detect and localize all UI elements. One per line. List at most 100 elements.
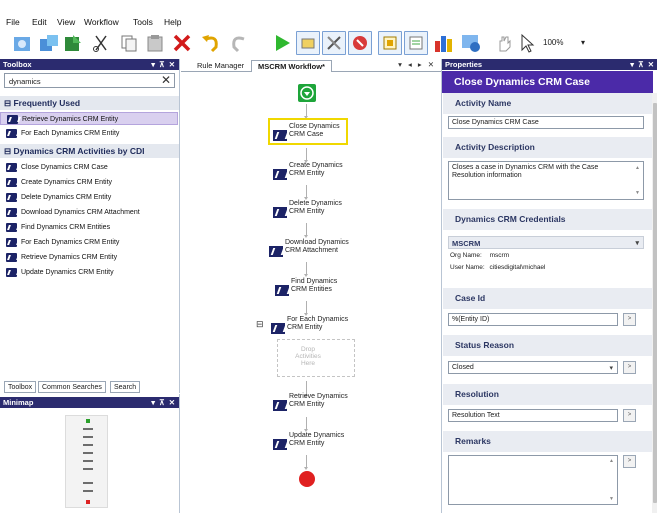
org-name-label: Org Name: [450, 252, 482, 259]
variables-button[interactable] [378, 31, 402, 55]
minimap-viewport[interactable] [65, 415, 108, 508]
toolbox-item-label: Create Dynamics CRM Entity [21, 179, 113, 186]
list-button[interactable] [404, 31, 428, 55]
play-icon [276, 35, 290, 51]
properties-scrollbar-thumb[interactable] [653, 103, 657, 503]
remarks-more-button[interactable]: > [623, 455, 636, 468]
wf-node-label: Download Dynamics CRM Attachment [285, 239, 349, 254]
variables-icon [383, 36, 397, 50]
scroll-up-icon[interactable]: ▲ [609, 458, 614, 464]
crm-activity-icon [273, 169, 287, 180]
paste-button[interactable] [143, 31, 167, 55]
toolbox-item-retrieve-entity[interactable]: Retrieve Dynamics CRM Entity [0, 112, 178, 125]
toolbox-item-update-entity[interactable]: Update Dynamics CRM Entity [0, 266, 178, 279]
reports-button[interactable] [432, 31, 456, 55]
select-tool-button[interactable] [515, 31, 539, 55]
group-dynamics-activities[interactable]: ⊟ Dynamics CRM Activities by CDI [0, 144, 179, 158]
toolbox-search-input[interactable]: dynamics ✕ [4, 73, 175, 88]
tab-search[interactable]: Search [110, 381, 141, 393]
toolbox-bottom-tabs: Toolbox Common Searches Search [0, 381, 180, 393]
properties-header-controls[interactable]: ▾ ⊼ ✕ [630, 59, 655, 70]
cut-button[interactable] [89, 31, 113, 55]
toolbox-item-for-each-entity[interactable]: For Each Dynamics CRM Entity [0, 127, 178, 140]
resolution-more-button[interactable]: > [623, 409, 636, 422]
tab-toolbox[interactable]: Toolbox [4, 381, 37, 393]
toolbox-item-for-each-entity-2[interactable]: For Each Dynamics CRM Entity [0, 236, 178, 249]
section-activity-description: Activity Description [443, 137, 652, 158]
minimap-node [83, 452, 93, 454]
scissors-icon [93, 35, 107, 52]
crm-activity-icon [6, 268, 17, 277]
credentials-select[interactable]: MSCRM ▾ [448, 236, 644, 249]
resolution-input[interactable]: Resolution Text [448, 409, 618, 422]
workflow-canvas[interactable]: Close Dynamics CRM Case Create Dynamics CR… [181, 73, 441, 513]
tab-rule-manager[interactable]: Rule Manager [191, 60, 250, 72]
stop-button[interactable] [348, 31, 372, 55]
toolbox-item-delete-entity[interactable]: Delete Dynamics CRM Entity [0, 191, 178, 204]
run-workflow-button[interactable] [270, 31, 294, 55]
menu-workflow[interactable]: Workflow [84, 17, 119, 27]
tools-button[interactable] [322, 31, 346, 55]
scroll-down-icon[interactable]: ▼ [609, 496, 614, 502]
wf-node-label: Close Dynamics CRM Case [289, 123, 340, 138]
toolbox-item-label: Retrieve Dynamics CRM Entity [21, 254, 118, 261]
wf-node-label: Find Dynamics CRM Entities [291, 278, 338, 293]
zoom-dropdown-caret[interactable]: ▾ [581, 38, 585, 47]
crm-activity-icon [6, 208, 17, 217]
section-crm-credentials: Dynamics CRM Credentials [443, 209, 652, 230]
drop-activities-zone[interactable]: Drop Activities Here [277, 339, 355, 377]
toolbox-item-create-entity[interactable]: Create Dynamics CRM Entity [0, 176, 178, 189]
connector-arrow [304, 185, 308, 200]
save-workflow-button[interactable] [61, 31, 85, 55]
open-workflow-button[interactable] [37, 31, 61, 55]
toolbox-header-controls[interactable]: ▾ ⊼ ✕ [151, 59, 176, 70]
clear-search-icon[interactable]: ✕ [161, 74, 171, 87]
crm-activity-icon [6, 238, 17, 247]
pan-tool-button[interactable] [492, 31, 516, 55]
group-dynamics-activities-title: Dynamics CRM Activities by CDI [13, 146, 145, 156]
menu-view[interactable]: View [57, 17, 75, 27]
remarks-textarea[interactable]: ▲ ▼ [448, 455, 618, 505]
new-workflow-button[interactable] [10, 31, 34, 55]
workflow-end-node[interactable] [299, 471, 315, 487]
collapse-for-each-icon[interactable]: ⊟ [256, 319, 264, 330]
toolbox-item-download-attachment[interactable]: Download Dynamics CRM Attachment [0, 206, 178, 219]
menu-file[interactable]: File [6, 17, 20, 27]
status-reason-select[interactable]: Closed ▾ [448, 361, 618, 374]
tab-mscrm-workflow[interactable]: MSCRM Workflow* [251, 60, 332, 72]
document-tab-controls[interactable]: ▾ ◂ ▸ ✕ [398, 60, 436, 69]
gear-document-icon [14, 37, 30, 51]
debug-button[interactable] [296, 31, 320, 55]
status-reason-more-button[interactable]: > [623, 361, 636, 374]
activity-name-input[interactable]: Close Dynamics CRM Case [448, 116, 644, 129]
crm-activity-icon [6, 163, 17, 172]
activity-description-textarea[interactable]: Closes a case in Dynamics CRM with the C… [448, 161, 644, 200]
minimap-node [83, 490, 93, 492]
tab-common-searches[interactable]: Common Searches [38, 381, 106, 393]
toolbox-item-close-case[interactable]: Close Dynamics CRM Case [0, 161, 178, 174]
workflow-start-node[interactable] [298, 84, 316, 102]
zoom-level[interactable]: 100% [543, 38, 563, 47]
menu-edit[interactable]: Edit [32, 17, 47, 27]
user-name-value: citiesdigital\michael [489, 264, 546, 271]
menu-help[interactable]: Help [164, 17, 181, 27]
redo-button[interactable] [228, 31, 252, 55]
toolbox-item-find-entities[interactable]: Find Dynamics CRM Entities [0, 221, 178, 234]
toolbox-item-retrieve-entity-2[interactable]: Retrieve Dynamics CRM Entity [0, 251, 178, 264]
toolbox-item-label: Close Dynamics CRM Case [21, 164, 108, 171]
scroll-down-icon[interactable]: ▼ [635, 189, 640, 197]
undo-button[interactable] [200, 31, 224, 55]
scroll-up-icon[interactable]: ▲ [635, 164, 640, 172]
help-button[interactable] [459, 31, 483, 55]
toolbox-item-label: Delete Dynamics CRM Entity [21, 194, 112, 201]
minimap-header-controls[interactable]: ▾ ⊼ ✕ [151, 397, 176, 408]
group-frequently-used[interactable]: ⊟ Frequently Used [0, 96, 179, 110]
case-id-input[interactable]: %(Entity ID) [448, 313, 618, 326]
case-id-more-button[interactable]: > [623, 313, 636, 326]
copy-button[interactable] [117, 31, 141, 55]
minimap-end-marker [86, 500, 90, 504]
connector-arrow [304, 455, 308, 470]
delete-button[interactable] [170, 31, 194, 55]
chevron-down-icon: ▾ [609, 365, 613, 372]
menu-tools[interactable]: Tools [133, 17, 153, 27]
